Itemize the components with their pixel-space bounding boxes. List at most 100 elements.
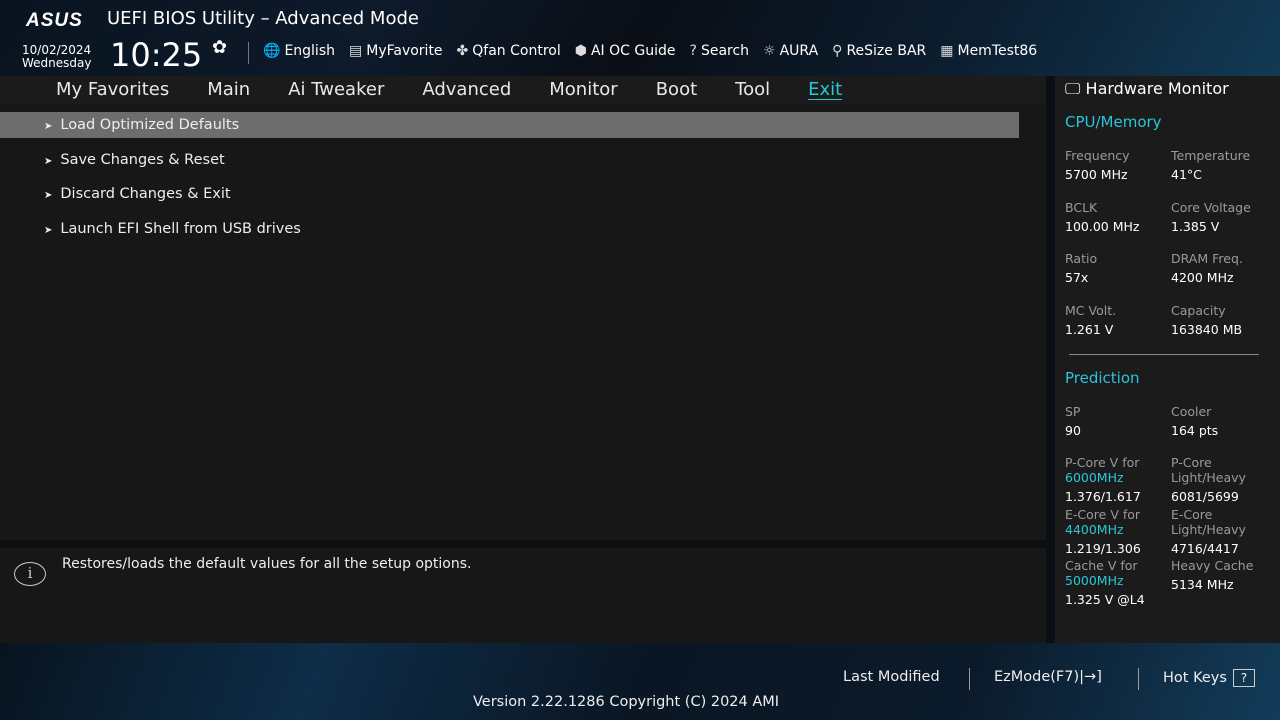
- weekday: Wednesday: [22, 56, 92, 70]
- prediction-performance: E-Core Light/Heavy 4716/4417: [1171, 507, 1246, 556]
- toolbar-myfavorite[interactable]: ▤ MyFavorite: [349, 43, 443, 59]
- prediction-heading: Prediction: [1065, 369, 1140, 387]
- header-bar: ASUS UEFI BIOS Utility – Advanced Mode 1…: [0, 0, 1280, 76]
- toolbar-resize-bar[interactable]: ⚲ ReSize BAR: [832, 43, 926, 59]
- hw-stat: MC Volt. 1.261 V: [1065, 303, 1116, 337]
- hardware-monitor-title: 🖵 Hardware Monitor: [1065, 79, 1229, 99]
- qfan-control-label: Qfan Control: [472, 43, 561, 59]
- tab-boot[interactable]: Boot: [656, 76, 697, 104]
- hw-stat: Core Voltage 1.385 V: [1171, 200, 1251, 234]
- info-icon: i: [14, 562, 46, 586]
- search-label: Search: [700, 43, 750, 59]
- english-label: English: [284, 43, 335, 59]
- toolbar: 🌐 English ▤ MyFavorite ✤ Qfan Control ⬢ AI OC G…: [263, 43, 1037, 59]
- toolbar-ai-oc-guide[interactable]: ⬢ AI OC Guide: [575, 43, 676, 59]
- tab-monitor[interactable]: Monitor: [549, 76, 617, 104]
- prediction-value: 1.325 V @L4: [1065, 592, 1145, 608]
- chevron-right-icon: ➤: [44, 190, 53, 202]
- date-display: 10/02/2024 Wednesday: [22, 44, 91, 70]
- menu-item-label: Discard Changes & Exit: [60, 186, 231, 203]
- hw-stat-value: 164 pts: [1171, 423, 1219, 438]
- hw-stat: Capacity 163840 MB: [1171, 303, 1242, 337]
- prediction-frequency: 5000MHz: [1065, 573, 1124, 589]
- hw-stat-value: 100.00 MHz: [1065, 218, 1140, 234]
- toolbar-aura[interactable]: ☼ AURA: [763, 43, 818, 59]
- last-modified-button[interactable]: Last Modified: [843, 669, 940, 685]
- toolbar-english[interactable]: 🌐 English: [263, 43, 335, 59]
- hw-stat: Cooler 164 pts: [1171, 404, 1218, 438]
- monitor-icon: 🖵: [1065, 79, 1081, 98]
- divider: [1138, 668, 1139, 690]
- ezmode-button[interactable]: EzMode(F7)|→]: [994, 669, 1102, 685]
- hw-stat: Temperature 41°C: [1171, 148, 1250, 182]
- chevron-right-icon: ➤: [44, 155, 53, 167]
- prediction-value: 5134 MHz: [1171, 577, 1234, 593]
- hot-keys-label: Hot Keys: [1163, 670, 1227, 686]
- hw-stat: SP 90: [1065, 404, 1081, 438]
- menu-item[interactable]: ➤ Save Changes & Reset: [0, 147, 1019, 173]
- tab-ai-tweaker[interactable]: Ai Tweaker: [288, 76, 384, 104]
- prediction-label: E-Core V for: [1065, 506, 1141, 522]
- globe-icon: 🌐: [263, 43, 281, 59]
- prediction-voltage: E-Core V for 4400MHz 1.219/1.306: [1065, 507, 1141, 556]
- cpu-memory-heading: CPU/Memory: [1065, 113, 1162, 131]
- prediction-performance: Heavy Cache 5134 MHz: [1171, 558, 1253, 592]
- prediction-value: 4716/4417: [1171, 540, 1239, 556]
- prediction-label: P-Core: [1171, 455, 1212, 470]
- ai-oc-guide-label: AI OC Guide: [590, 43, 676, 59]
- resize-bar-icon: ⚲: [832, 43, 843, 59]
- memtest-icon: ▦: [940, 43, 954, 59]
- menu-item-label: Load Optimized Defaults: [60, 117, 240, 133]
- favorite-icon: ▤: [349, 43, 363, 59]
- exit-menu-panel: ➤ Load Optimized Defaults ➤ Save Changes & …: [0, 104, 1046, 540]
- hw-stat: BCLK 100.00 MHz: [1065, 200, 1139, 234]
- app-title: UEFI BIOS Utility – Advanced Mode: [107, 8, 419, 29]
- resize-bar-label: ReSize BAR: [846, 43, 927, 59]
- search-icon: ?: [689, 43, 697, 59]
- hw-stat-label: Temperature: [1171, 148, 1251, 163]
- prediction-label: Light/Heavy: [1171, 521, 1246, 537]
- toolbar-qfan-control[interactable]: ✤ Qfan Control: [457, 43, 561, 59]
- gear-icon[interactable]: ✿: [212, 37, 227, 58]
- hw-stat-label: Ratio: [1065, 251, 1098, 267]
- divider: [1069, 354, 1259, 355]
- hw-stat-value: 5700 MHz: [1065, 167, 1128, 182]
- menu-item-label: Launch EFI Shell from USB drives: [60, 221, 301, 238]
- toolbar-search[interactable]: ? Search: [690, 43, 750, 59]
- hw-stat-label: BCLK: [1065, 199, 1098, 215]
- tab-tool[interactable]: Tool: [735, 76, 770, 104]
- tab-main[interactable]: Main: [207, 76, 250, 104]
- prediction-frequency: 4400MHz: [1065, 521, 1124, 537]
- hw-stat-value: 163840 MB: [1171, 322, 1243, 338]
- chip-icon: ⬢: [574, 43, 587, 59]
- divider: [248, 42, 249, 64]
- tab-exit[interactable]: Exit: [808, 76, 842, 104]
- prediction-value: 6081/5699: [1171, 489, 1239, 504]
- toolbar-memtest86[interactable]: ▦ MemTest86: [940, 43, 1037, 59]
- prediction-label: Heavy Cache: [1171, 558, 1254, 574]
- help-panel: i Restores/loads the default values for …: [0, 548, 1046, 643]
- hardware-monitor-panel: 🖵 Hardware Monitor CPU/Memory Prediction…: [1055, 76, 1280, 643]
- tab-advanced[interactable]: Advanced: [422, 76, 511, 104]
- prediction-performance: P-Core Light/Heavy 6081/5699: [1171, 455, 1246, 504]
- hw-stat-value: 90: [1065, 423, 1081, 438]
- menu-item[interactable]: ➤ Discard Changes & Exit: [0, 181, 1019, 207]
- help-text: Restores/loads the default values for al…: [62, 556, 472, 572]
- hw-stat-value: 1.385 V: [1171, 218, 1220, 234]
- prediction-voltage: Cache V for 5000MHz 1.325 V @L4: [1065, 558, 1145, 607]
- hw-stat-label: MC Volt.: [1065, 303, 1117, 319]
- myfavorite-label: MyFavorite: [366, 43, 443, 59]
- hw-stat-label: Capacity: [1171, 303, 1226, 319]
- main-tabs: My Favorites Main Ai Tweaker Advanced Monito…: [0, 76, 1046, 104]
- tab-my-favorites[interactable]: My Favorites: [56, 76, 169, 104]
- hw-stat-value: 4200 MHz: [1171, 270, 1234, 286]
- hot-keys-button[interactable]: Hot Keys?: [1163, 669, 1255, 687]
- hw-title-text: Hardware Monitor: [1085, 79, 1229, 98]
- divider: [969, 668, 970, 690]
- prediction-value: 1.219/1.306: [1065, 540, 1141, 556]
- hw-stat-value: 1.261 V: [1065, 322, 1114, 338]
- chevron-right-icon: ➤: [44, 225, 53, 237]
- menu-item[interactable]: ➤ Load Optimized Defaults: [0, 112, 1019, 138]
- menu-item[interactable]: ➤ Launch EFI Shell from USB drives: [0, 216, 1019, 242]
- hw-stat-label: SP: [1065, 404, 1081, 419]
